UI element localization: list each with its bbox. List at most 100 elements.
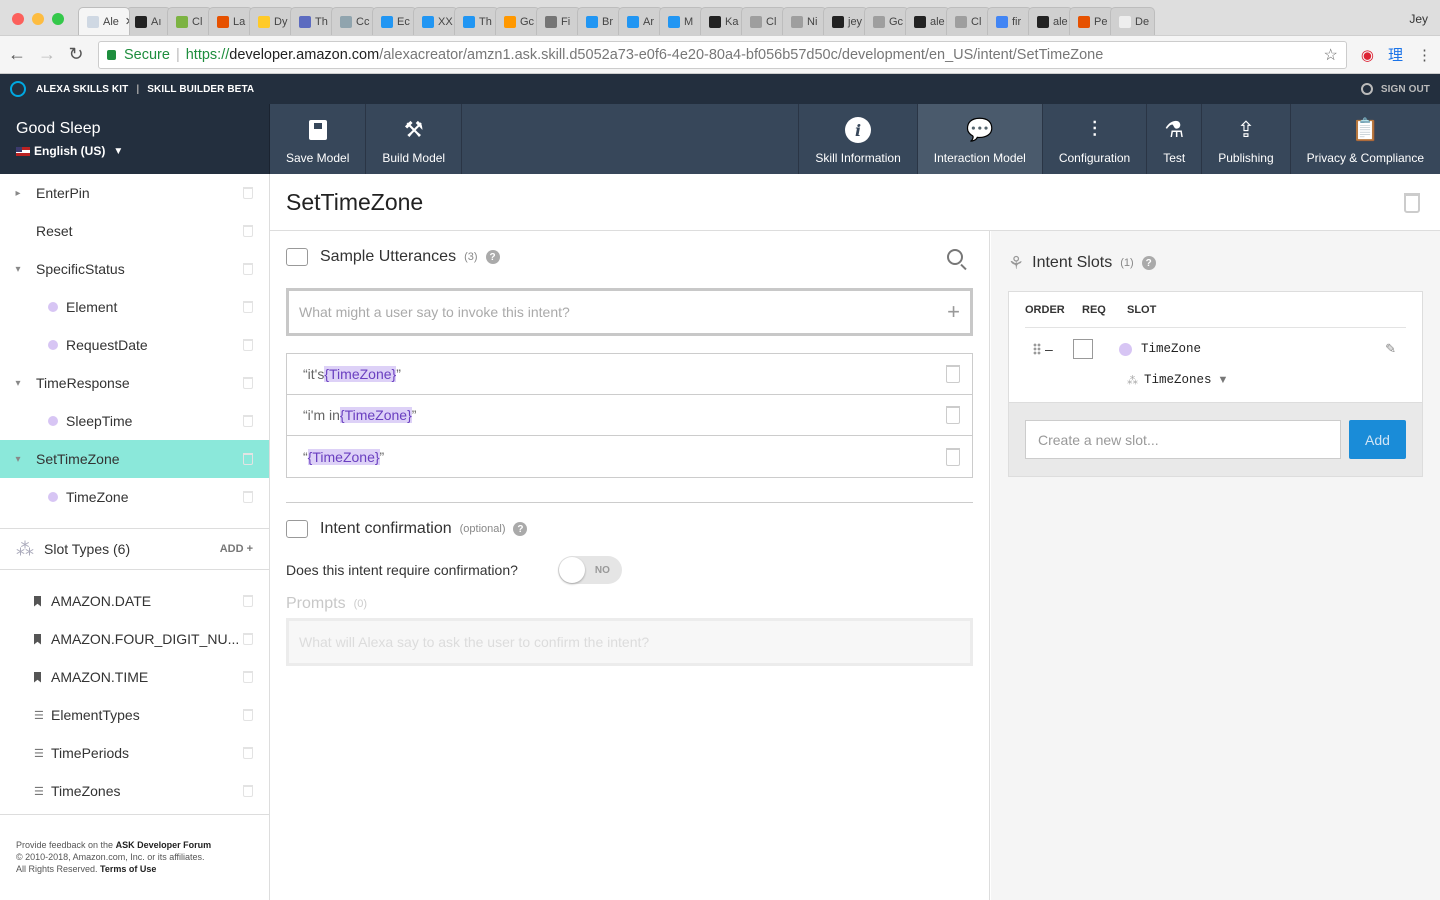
- trash-icon[interactable]: [243, 595, 253, 607]
- build-model-button[interactable]: ⚒ Build Model: [366, 104, 463, 174]
- skill-information-tab[interactable]: i Skill Information: [799, 104, 918, 174]
- back-icon[interactable]: ←: [8, 44, 26, 65]
- browser-tab[interactable]: Cl: [167, 7, 212, 35]
- utterance-input[interactable]: What might a user say to invoke this int…: [286, 288, 973, 336]
- forum-link[interactable]: ASK Developer Forum: [116, 840, 212, 850]
- sidebar-slot-item[interactable]: TimeZone: [0, 478, 269, 516]
- trash-icon[interactable]: [243, 377, 253, 389]
- confirmation-toggle[interactable]: NO: [557, 556, 622, 584]
- interaction-model-tab[interactable]: 💬 Interaction Model: [917, 104, 1043, 174]
- save-model-button[interactable]: Save Model: [270, 104, 367, 174]
- browser-tab[interactable]: Cl: [946, 7, 991, 35]
- trash-icon[interactable]: [243, 415, 253, 427]
- browser-tab[interactable]: Cc: [331, 7, 376, 35]
- add-slot-type-button[interactable]: ADD +: [220, 543, 253, 555]
- caret-icon[interactable]: ▾: [0, 378, 36, 389]
- browser-tab[interactable]: ale: [1028, 7, 1073, 35]
- slot-type-item[interactable]: AMAZON.FOUR_DIGIT_NU...: [0, 620, 269, 658]
- utterance-row[interactable]: “i'm in {TimeZone}”: [287, 395, 972, 436]
- browser-tab[interactable]: Aı: [126, 7, 171, 35]
- caret-icon[interactable]: ▸: [0, 188, 36, 199]
- sidebar-intent-item[interactable]: ▾ TimeResponse: [0, 364, 269, 402]
- edit-pencil-icon[interactable]: ✎: [1385, 341, 1396, 357]
- browser-tab[interactable]: Ec: [372, 7, 417, 35]
- caret-icon[interactable]: ▾: [0, 454, 36, 465]
- browser-tab[interactable]: Ka: [700, 7, 745, 35]
- browser-tab[interactable]: Fi: [536, 7, 581, 35]
- publishing-tab[interactable]: ⇪ Publishing: [1202, 104, 1291, 174]
- help-icon[interactable]: ?: [513, 522, 528, 536]
- required-checkbox[interactable]: [1073, 339, 1093, 359]
- trash-icon[interactable]: [243, 453, 253, 465]
- add-slot-button[interactable]: Add: [1349, 420, 1406, 459]
- help-icon[interactable]: ?: [485, 250, 500, 264]
- terms-link[interactable]: Terms of Use: [100, 864, 156, 874]
- trash-icon[interactable]: [243, 671, 253, 683]
- slot-name[interactable]: TimeZone: [1141, 342, 1201, 356]
- sidebar-slot-item[interactable]: SleepTime: [0, 402, 269, 440]
- translate-extension-icon[interactable]: 理: [1388, 44, 1403, 65]
- trash-icon[interactable]: [946, 447, 960, 466]
- browser-tab[interactable]: Dy: [249, 7, 294, 35]
- browser-tab[interactable]: De: [1110, 7, 1155, 35]
- profile-name[interactable]: Jey: [1409, 12, 1428, 26]
- slot-type-item[interactable]: AMAZON.DATE: [0, 582, 269, 620]
- trash-icon[interactable]: [243, 709, 253, 721]
- caret-icon[interactable]: ▾: [0, 264, 36, 275]
- trash-icon[interactable]: [243, 301, 253, 313]
- sidebar-intent-item[interactable]: Reset: [0, 212, 269, 250]
- browser-tab[interactable]: Ale ✕: [78, 7, 130, 35]
- bookmark-star-icon[interactable]: ☆: [1324, 45, 1338, 65]
- maximize-window-button[interactable]: [52, 13, 64, 25]
- locale-dropdown[interactable]: English (US) ▼: [16, 144, 253, 158]
- sidebar-slot-item[interactable]: Element: [0, 288, 269, 326]
- slot-type-item[interactable]: ☰ TimeZones: [0, 772, 269, 810]
- trash-icon[interactable]: [243, 747, 253, 759]
- browser-tab[interactable]: Ni: [782, 7, 827, 35]
- slot-type-item[interactable]: ☰ ElementTypes: [0, 696, 269, 734]
- slot-type-selector[interactable]: ⁂ TimeZones ▼: [1025, 370, 1406, 390]
- skill-selector[interactable]: Good Sleep English (US) ▼: [0, 104, 270, 174]
- browser-tab[interactable]: M: [659, 7, 704, 35]
- browser-tab[interactable]: Gc: [495, 7, 540, 35]
- trash-icon[interactable]: [243, 633, 253, 645]
- trash-icon[interactable]: [243, 491, 253, 503]
- slot-type-item[interactable]: AMAZON.TIME: [0, 658, 269, 696]
- sidebar-intent-item[interactable]: ▾ SpecificStatus: [0, 250, 269, 288]
- trash-icon[interactable]: [946, 406, 960, 424]
- browser-tab[interactable]: Th: [290, 7, 335, 35]
- browser-tab[interactable]: Th: [454, 7, 499, 35]
- configuration-tab[interactable]: ⫶ Configuration: [1043, 104, 1148, 174]
- ask-brand[interactable]: ALEXA SKILLS KIT: [36, 84, 128, 95]
- test-tab[interactable]: ⚗ Test: [1147, 104, 1203, 174]
- browser-tab[interactable]: Cl: [741, 7, 786, 35]
- sidebar-slot-item[interactable]: RequestDate: [0, 326, 269, 364]
- search-icon[interactable]: [947, 249, 963, 265]
- help-icon[interactable]: ?: [1141, 256, 1156, 270]
- delete-intent-trash-icon[interactable]: [1404, 193, 1420, 213]
- forward-icon[interactable]: →: [38, 44, 56, 65]
- trash-icon[interactable]: [243, 225, 253, 237]
- browser-tab[interactable]: Br: [577, 7, 622, 35]
- browser-tab[interactable]: fir: [987, 7, 1032, 35]
- menu-kebab-icon[interactable]: ⋮: [1417, 46, 1432, 64]
- browser-tab[interactable]: Ar: [618, 7, 663, 35]
- sidebar-intent-item[interactable]: ▸ EnterPin: [0, 174, 269, 212]
- trash-icon[interactable]: [243, 785, 253, 797]
- browser-tab[interactable]: ale: [905, 7, 950, 35]
- close-window-button[interactable]: [12, 13, 24, 25]
- slot-type-item[interactable]: ☰ TimePeriods: [0, 734, 269, 772]
- minimize-window-button[interactable]: [32, 13, 44, 25]
- sidebar-intent-item[interactable]: ▾ SetTimeZone: [0, 440, 269, 478]
- add-utterance-plus-icon[interactable]: +: [947, 299, 960, 325]
- drag-handle-icon[interactable]: [1033, 343, 1041, 355]
- extension-icon[interactable]: ◉: [1361, 46, 1374, 64]
- trash-icon[interactable]: [243, 187, 253, 199]
- browser-tab[interactable]: jey: [823, 7, 868, 35]
- browser-tab[interactable]: La: [208, 7, 253, 35]
- privacy-compliance-tab[interactable]: 📋 Privacy & Compliance: [1291, 104, 1440, 174]
- browser-tab[interactable]: Pe: [1069, 7, 1114, 35]
- utterance-row[interactable]: “{TimeZone}”: [287, 436, 972, 477]
- sign-out-button[interactable]: SIGN OUT: [1360, 83, 1430, 95]
- reload-icon[interactable]: ↻: [68, 44, 84, 65]
